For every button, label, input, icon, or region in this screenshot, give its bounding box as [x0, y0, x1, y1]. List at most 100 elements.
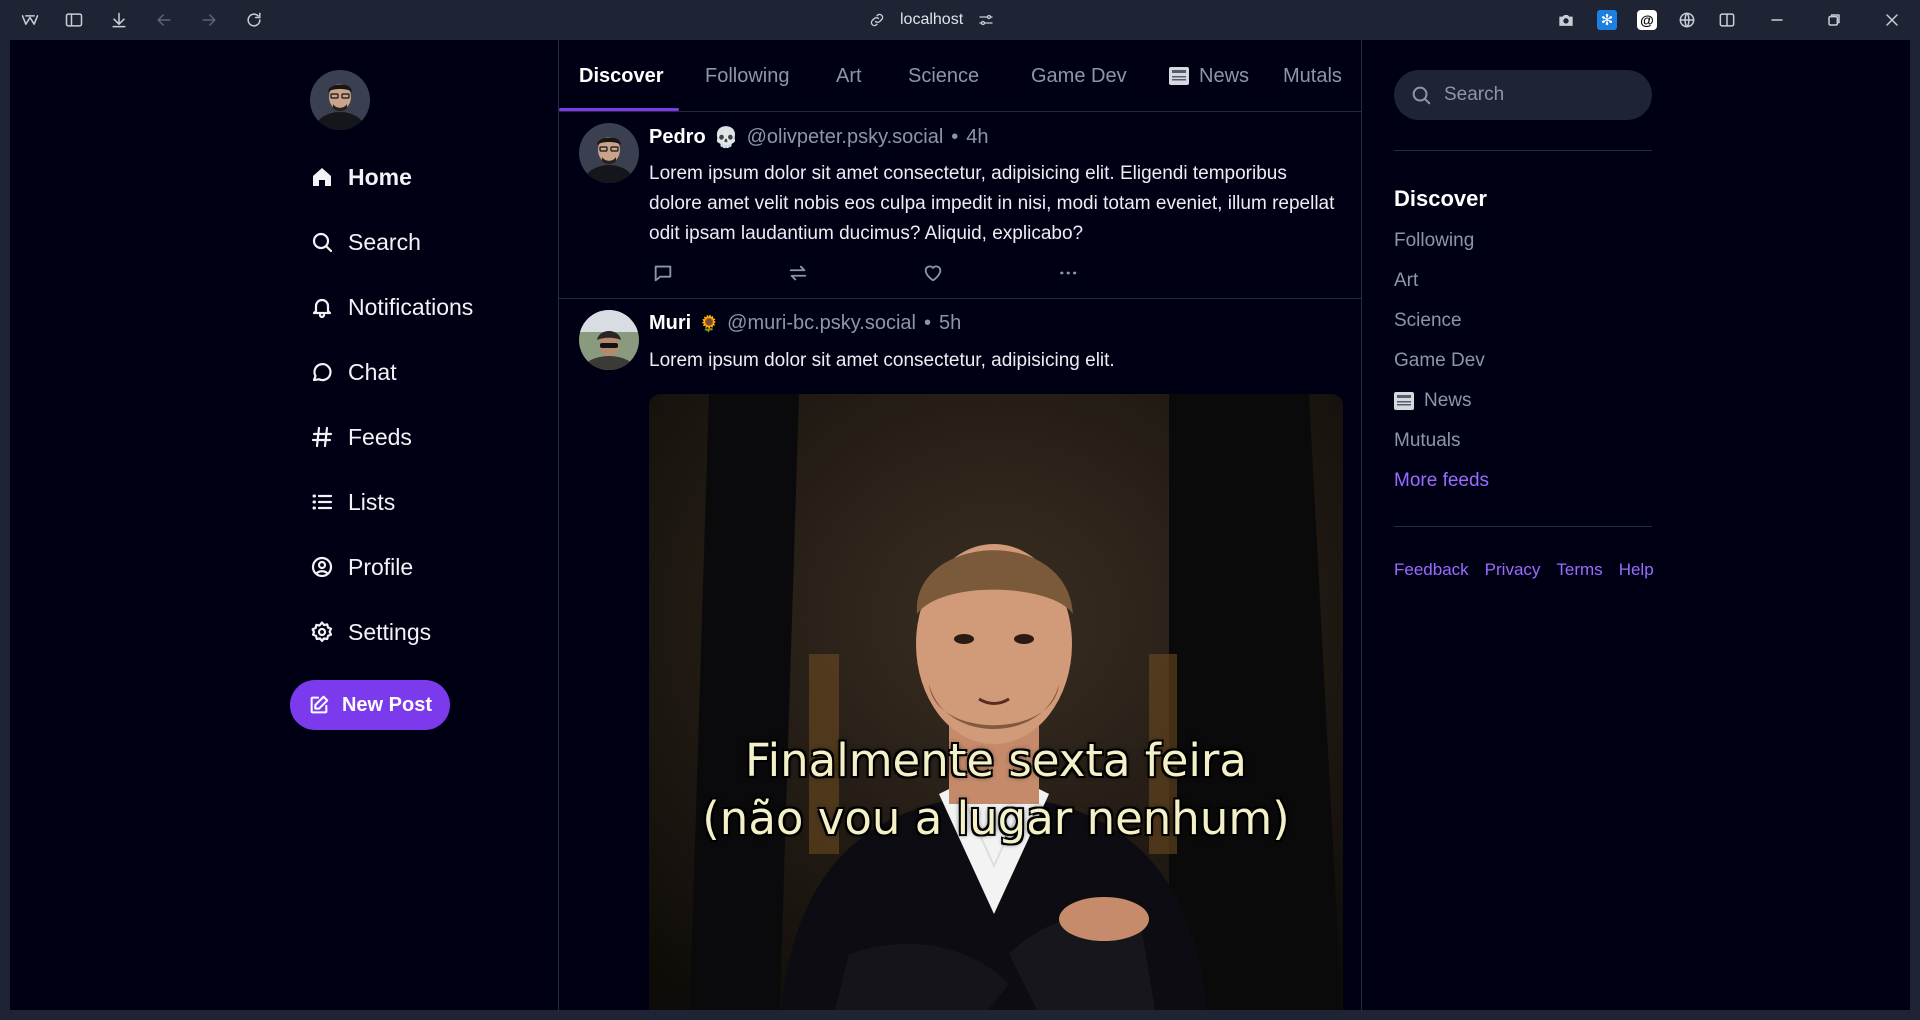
feed-link-discover[interactable]: Discover [1394, 186, 1487, 212]
post-author-avatar[interactable] [579, 310, 639, 370]
post-timestamp[interactable]: 4h [966, 126, 988, 149]
post-timestamp[interactable]: 5h [939, 312, 961, 335]
search-icon [312, 232, 333, 253]
newspaper-icon [1394, 392, 1414, 410]
close-icon[interactable] [1880, 8, 1904, 32]
tab-science[interactable]: Science [908, 40, 979, 112]
split-view-icon[interactable] [1715, 8, 1739, 32]
bell-icon [312, 298, 332, 319]
reply-button[interactable] [649, 259, 677, 287]
nav-home[interactable]: Home [310, 157, 412, 197]
nav-home-label: Home [348, 163, 412, 190]
nav-lists-label: Lists [348, 488, 396, 515]
nav-feeds[interactable]: Feeds [310, 417, 412, 457]
footer-terms-link[interactable]: Terms [1556, 560, 1602, 580]
like-button[interactable] [919, 259, 947, 287]
nav-chat[interactable]: Chat [310, 352, 397, 392]
browser-logo-icon[interactable] [18, 8, 42, 32]
current-user-avatar[interactable] [310, 70, 370, 130]
feed-link-game-dev[interactable]: Game Dev [1394, 350, 1485, 372]
more-horizontal-icon [1060, 271, 1077, 275]
divider [1394, 526, 1652, 527]
download-icon[interactable] [107, 8, 131, 32]
tab-game-dev[interactable]: Game Dev [1031, 40, 1127, 112]
tab-mutals[interactable]: Mutals [1283, 40, 1342, 112]
nav-settings-label: Settings [348, 618, 432, 645]
nav-profile[interactable]: Profile [310, 547, 413, 587]
active-tab-indicator [559, 108, 679, 111]
user-circle-icon [311, 556, 333, 578]
feed-tabs: Discover Following Art Science Game Dev … [559, 40, 1361, 112]
search-input[interactable] [1444, 84, 1634, 106]
extension-icon[interactable]: @ [1635, 8, 1659, 32]
restore-icon[interactable] [1822, 8, 1846, 32]
site-settings-icon[interactable] [977, 11, 995, 29]
search-box[interactable] [1394, 70, 1652, 120]
feed-link-following[interactable]: Following [1394, 230, 1474, 252]
post-actions [649, 259, 1099, 289]
extension-icon[interactable]: ✻ [1595, 8, 1619, 32]
skull-emoji-icon: 💀 [713, 127, 739, 149]
post-header: Pedro 💀 @olivpeter.psky.social • 4h [649, 125, 989, 150]
feed-link-news[interactable]: News [1394, 390, 1472, 412]
post[interactable]: Pedro 💀 @olivpeter.psky.social • 4h Lore… [559, 113, 1361, 299]
url-text: localhost [900, 11, 964, 28]
link-icon [870, 13, 884, 27]
repost-button[interactable] [784, 259, 812, 287]
home-icon [313, 168, 331, 186]
post-author-name[interactable]: Pedro [649, 126, 706, 149]
post-author-handle[interactable]: @olivpeter.psky.social [747, 126, 944, 149]
forward-icon[interactable] [197, 8, 221, 32]
tab-game-dev-label: Game Dev [1031, 64, 1127, 87]
tab-news-label: News [1199, 64, 1250, 87]
feed-link-mutuals[interactable]: Mutuals [1394, 430, 1461, 452]
sidebar-toggle-icon[interactable] [62, 8, 86, 32]
post[interactable]: Muri 🌻 @muri-bc.psky.social • 5h Lorem i… [559, 300, 1361, 1010]
hash-icon [311, 426, 333, 448]
post-author-name[interactable]: Muri [649, 312, 691, 335]
nav-search[interactable]: Search [310, 222, 421, 262]
minimize-icon[interactable] [1765, 8, 1789, 32]
globe-icon[interactable] [1675, 8, 1699, 32]
nav-notifications-label: Notifications [348, 293, 474, 320]
feed-link-science[interactable]: Science [1394, 310, 1462, 332]
meme-photo [649, 394, 1343, 1010]
tab-art[interactable]: Art [836, 40, 862, 112]
tab-mutals-label: Mutals [1283, 64, 1342, 87]
nav-lists[interactable]: Lists [310, 482, 395, 522]
tab-discover[interactable]: Discover [579, 40, 664, 112]
main-feed: Discover Following Art Science Game Dev … [558, 40, 1362, 1010]
reload-icon[interactable] [242, 8, 266, 32]
more-options-button[interactable] [1054, 259, 1082, 287]
gear-icon [311, 621, 333, 642]
post-header: Muri 🌻 @muri-bc.psky.social • 5h [649, 312, 961, 335]
post-author-avatar[interactable] [579, 123, 639, 183]
chat-bubble-icon [312, 363, 332, 382]
search-icon [1412, 86, 1431, 105]
screenshot-icon[interactable] [1554, 8, 1578, 32]
new-post-button[interactable]: New Post [290, 680, 450, 730]
tab-art-label: Art [836, 64, 862, 87]
tab-following[interactable]: Following [705, 40, 789, 112]
feed-link-art[interactable]: Art [1394, 270, 1418, 292]
repost-icon [789, 265, 807, 281]
footer-help-link[interactable]: Help [1619, 560, 1654, 580]
address-bar[interactable]: localhost [868, 6, 995, 34]
tab-discover-label: Discover [579, 64, 664, 87]
tab-following-label: Following [705, 64, 790, 87]
post-image[interactable]: Finalmente sexta feira (não vou a lugar … [649, 394, 1343, 1010]
sunflower-emoji-icon: 🌻 [699, 315, 720, 333]
footer-privacy-link[interactable]: Privacy [1485, 560, 1541, 580]
separator-dot: • [924, 312, 932, 334]
tab-science-label: Science [908, 64, 980, 87]
tab-news[interactable]: News [1169, 40, 1249, 112]
nav-feeds-label: Feeds [348, 423, 412, 450]
compose-icon [310, 695, 329, 714]
post-author-handle[interactable]: @muri-bc.psky.social [727, 312, 916, 335]
nav-notifications[interactable]: Notifications [310, 287, 473, 327]
footer-feedback-link[interactable]: Feedback [1394, 560, 1469, 580]
left-navigation: Home Search Notifications Chat Feeds Lis… [10, 40, 558, 1010]
nav-settings[interactable]: Settings [310, 612, 431, 652]
more-feeds-link[interactable]: More feeds [1394, 470, 1489, 492]
back-icon[interactable] [152, 8, 176, 32]
